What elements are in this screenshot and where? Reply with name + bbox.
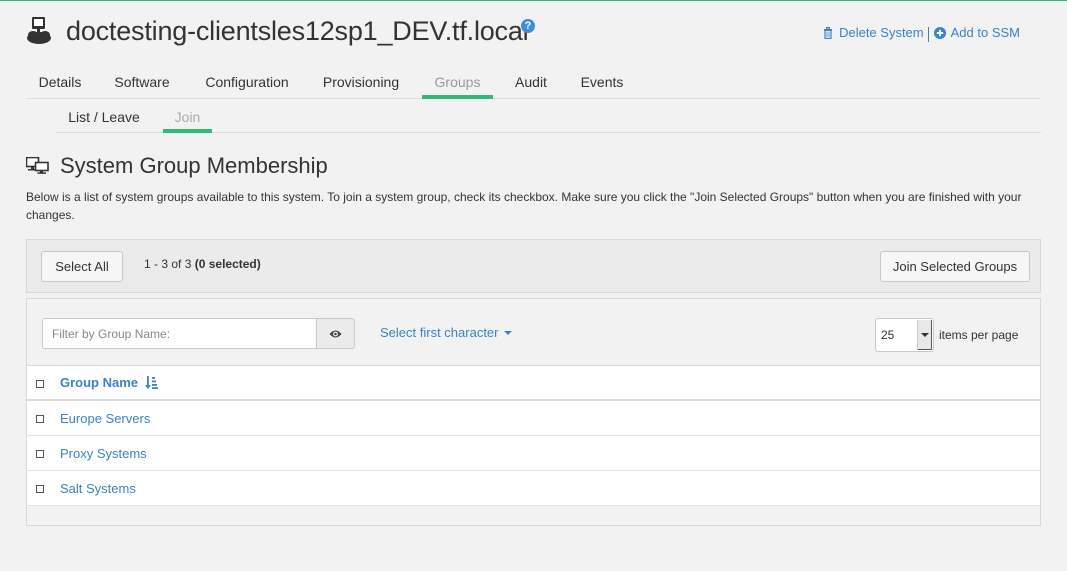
selection-toolbar: Select All 1 - 3 of 3 (0 selected) Join … [26,239,1041,293]
tab-audit[interactable]: Audit [504,68,558,99]
table-row: Proxy Systems [27,436,1040,471]
column-header-label: Group Name [60,375,139,390]
group-link[interactable]: Europe Servers [60,411,150,426]
first-character-label: Select first character [380,325,499,340]
delete-system-link[interactable]: Delete System [822,25,924,40]
table-row: Salt Systems [27,471,1040,506]
monitors-icon [26,157,49,174]
caret-down-icon [503,331,512,335]
select-all-checkbox[interactable] [36,380,44,388]
section-description: Below is a list of system groups availab… [26,190,1022,222]
tab-groups[interactable]: Groups [422,68,493,99]
select-all-button[interactable]: Select All [41,251,123,282]
tab-details[interactable]: Details [26,68,94,99]
system-tabs: Details Software Configuration Provision… [26,68,1041,99]
add-to-ssm-label: Add to SSM [950,25,1020,40]
count-range: 1 - 3 of 3 [144,257,192,271]
filter-bar: Select first character 25 items per page [27,299,1040,366]
table-header-row: Group Name [27,366,1040,401]
action-separator [927,26,929,42]
section-title: System Group Membership [60,153,328,178]
tab-events[interactable]: Events [571,68,633,99]
row-checkbox[interactable] [36,485,44,493]
group-link[interactable]: Proxy Systems [60,446,147,461]
row-checkbox[interactable] [36,415,44,423]
trash-icon [824,26,833,39]
help-icon[interactable]: ? [521,19,535,33]
first-character-dropdown[interactable]: Select first character [380,325,512,340]
page-header: doctesting-clientsles12sp1_DEV.tf.local … [26,14,1041,54]
plus-circle-icon [933,26,946,39]
subtab-join[interactable]: Join [163,104,212,133]
tab-provisioning[interactable]: Provisioning [313,68,409,99]
group-name-filter-input[interactable] [42,318,317,349]
system-icon [27,17,51,44]
sort-alpha-icon [144,376,158,389]
row-checkbox[interactable] [36,450,44,458]
table-row: Europe Servers [27,401,1040,436]
group-name-column-header[interactable]: Group Name [60,375,158,390]
items-per-page-select[interactable]: 25 [875,318,934,352]
subtab-list-leave[interactable]: List / Leave [56,104,152,133]
group-link[interactable]: Salt Systems [60,481,136,496]
tab-software[interactable]: Software [102,68,182,99]
select-arrow-icon[interactable] [917,320,932,350]
groups-table-panel: Select first character 25 items per page… [26,298,1041,526]
items-per-page-value: 25 [881,328,895,342]
add-to-ssm-link[interactable]: Add to SSM [933,25,1020,40]
group-subtabs: List / Leave Join [56,104,1041,133]
header-actions: Delete System Add to SSM [822,25,1020,42]
count-selected: (0 selected) [194,257,261,271]
items-per-page-label: items per page [939,328,1019,342]
top-accent-line [0,0,1067,1]
table-footer [27,506,1040,525]
delete-system-label: Delete System [839,25,924,40]
tab-configuration[interactable]: Configuration [194,68,300,99]
join-selected-groups-button[interactable]: Join Selected Groups [880,251,1030,282]
selection-count: 1 - 3 of 3 (0 selected) [144,257,261,271]
filter-button[interactable] [316,318,355,349]
page-title: doctesting-clientsles12sp1_DEV.tf.local [66,16,529,46]
eye-icon [329,330,342,338]
